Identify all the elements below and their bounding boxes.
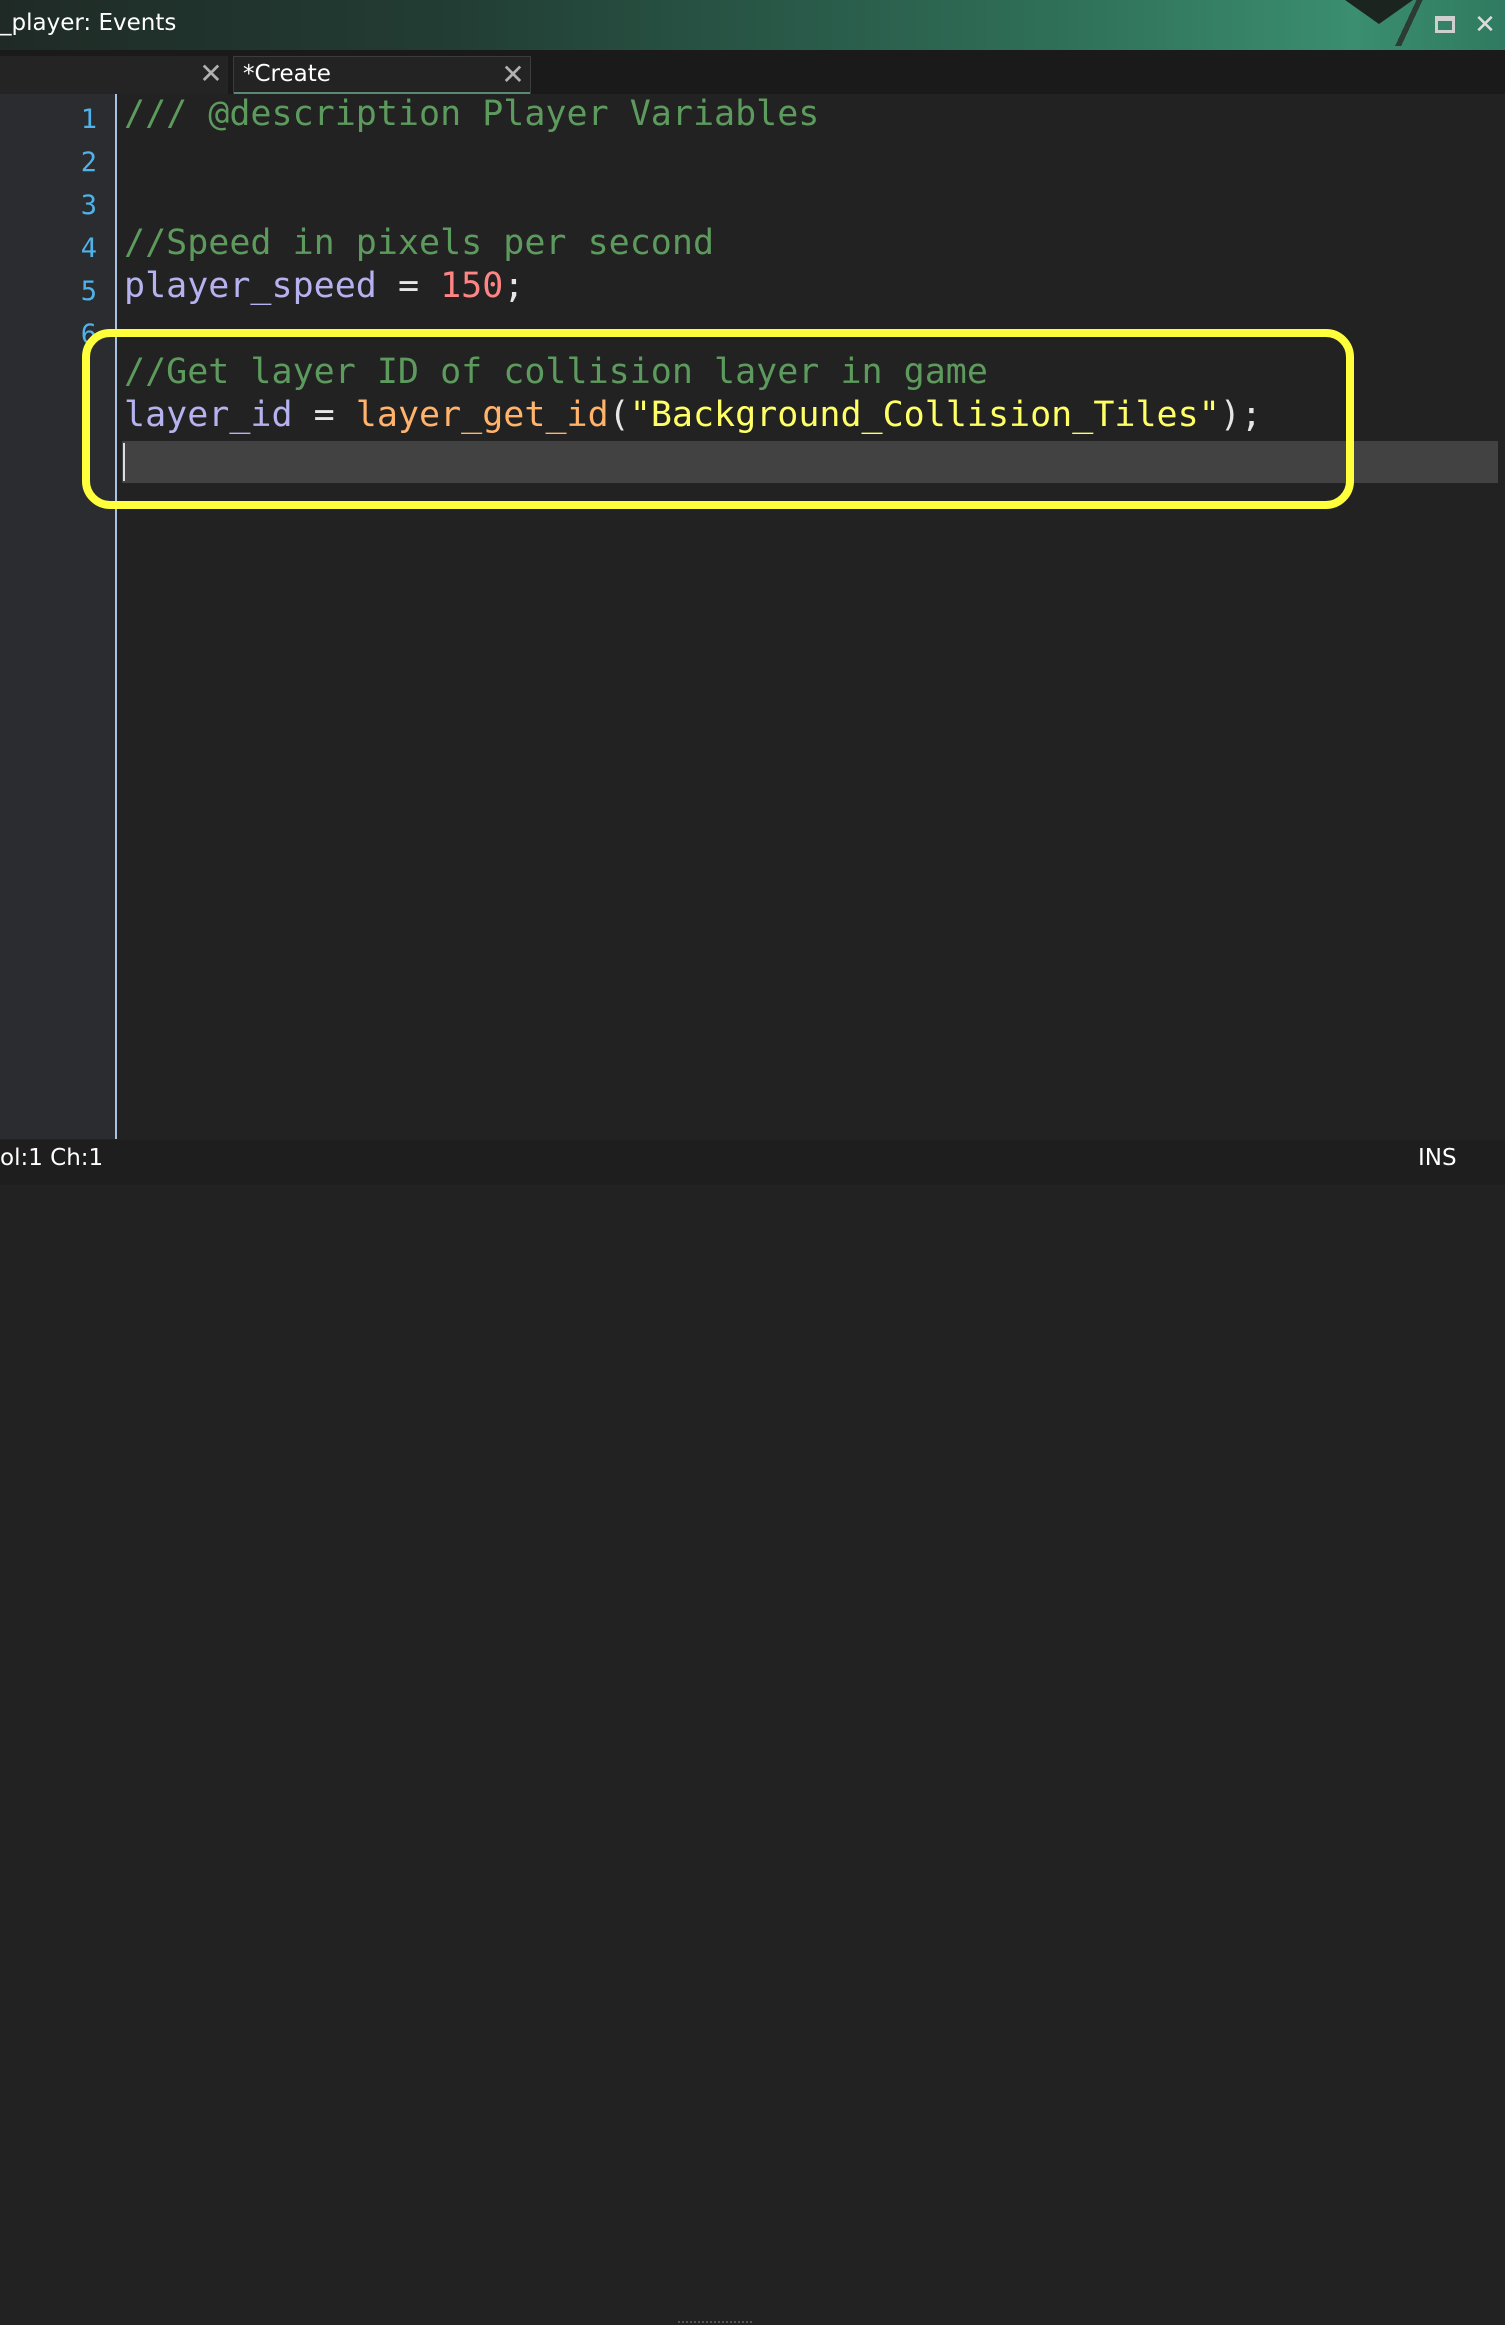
- operator-token: =: [376, 266, 441, 306]
- maximize-icon[interactable]: [1430, 10, 1460, 40]
- code-line-1: /// @description Player Variables: [124, 94, 820, 134]
- tab-label: *Create: [243, 61, 331, 87]
- cursor-position: ol:1 Ch:1: [0, 1145, 104, 1171]
- annotation-highlight-box: [82, 329, 1354, 509]
- tab-bar: ✕ *Create ✕: [0, 50, 1505, 94]
- title-bar: _player: Events ✕: [0, 0, 1505, 50]
- window-title: _player: Events: [0, 10, 177, 36]
- code-line-4: //Speed in pixels per second: [124, 223, 715, 263]
- number-token: 150: [440, 266, 504, 306]
- tab-create[interactable]: *Create ✕: [233, 56, 531, 94]
- tab-inactive[interactable]: ✕: [0, 56, 228, 94]
- line-number: 6: [80, 319, 97, 350]
- close-tab-icon[interactable]: ✕: [500, 60, 526, 90]
- variable-token: player_speed: [124, 266, 377, 306]
- insert-mode-indicator: INS: [1418, 1145, 1457, 1171]
- line-number: 2: [80, 147, 97, 178]
- punctuation-token: ;: [503, 266, 525, 306]
- code-line-5: player_speed = 150;: [124, 266, 524, 306]
- line-number: 3: [80, 190, 97, 221]
- close-tab-icon[interactable]: ✕: [198, 59, 224, 89]
- status-bar: ol:1 Ch:1 INS: [0, 1140, 1505, 2323]
- line-number: 4: [80, 233, 97, 264]
- line-number: 1: [80, 104, 97, 135]
- line-number: 5: [80, 276, 97, 307]
- close-icon[interactable]: ✕: [1470, 10, 1500, 40]
- resize-grip[interactable]: [678, 2321, 752, 2325]
